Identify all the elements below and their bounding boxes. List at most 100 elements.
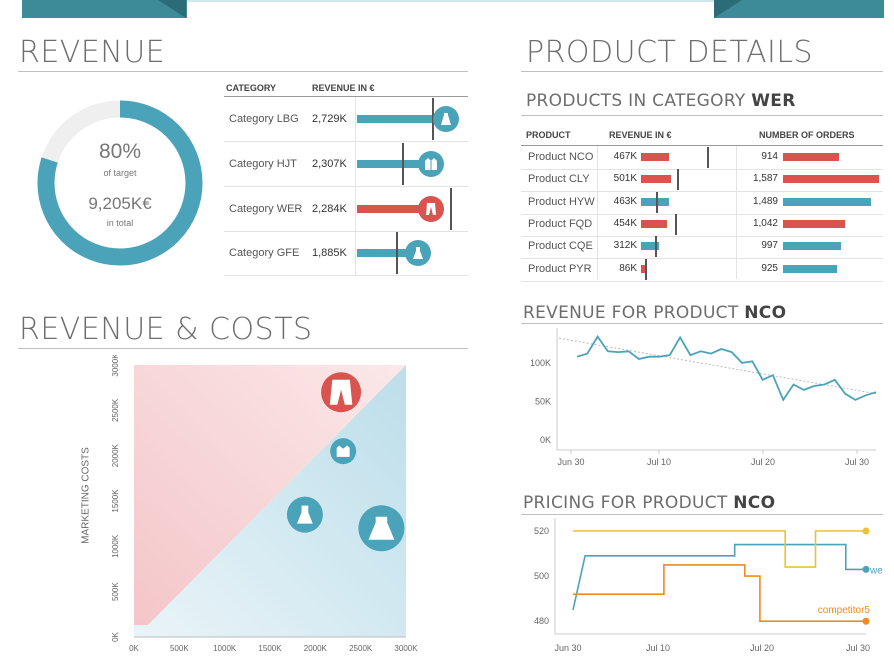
product-revenue: 463K	[613, 195, 637, 207]
col-header-category: CATEGORY	[226, 83, 277, 93]
skirt-icon	[358, 505, 405, 552]
y-tick-label: 0K	[540, 435, 551, 445]
revenue-costs-title: REVENUE & COSTS	[19, 312, 313, 347]
pricing-for-product-title: PRICING FOR PRODUCT NCO	[523, 493, 775, 513]
product-revenue: 467K	[613, 151, 637, 162]
x-tick-label: Jul 20	[751, 457, 775, 467]
trousers-icon	[321, 372, 362, 413]
product-name: Product CLY	[528, 173, 590, 186]
y-tick-label: 2000K	[111, 443, 120, 467]
x-tick-label: Jun 30	[554, 643, 581, 653]
category-revenue: 2,729K	[312, 113, 347, 125]
product-orders-bar	[783, 242, 841, 251]
product-orders: 1,489	[752, 195, 778, 207]
scatter-point	[321, 372, 362, 413]
gauge-total: 9,205K€	[88, 194, 152, 213]
product-revenue-bar	[641, 153, 669, 161]
y-tick-label: 0K	[111, 631, 120, 641]
header-bar-accent-right	[714, 0, 742, 18]
product-row-divider	[521, 280, 883, 282]
y-tick-label: 2500K	[111, 398, 120, 422]
x-tick-label: 1000K	[213, 644, 237, 653]
x-tick-label: 500K	[170, 644, 189, 653]
product-name: Product PYR	[528, 262, 592, 275]
revenue-series-line	[576, 334, 877, 402]
revenue-title: REVENUE	[19, 35, 166, 70]
price-end-dot	[862, 617, 870, 625]
col-header-revenue: REVENUE IN €	[312, 83, 375, 93]
product-revenue: 312K	[613, 240, 637, 252]
revenue-target-marker	[655, 236, 657, 258]
table-column-divider	[355, 97, 356, 275]
jacket-icon	[330, 438, 357, 465]
y-tick-label: 480	[534, 616, 549, 626]
dress-icon	[286, 496, 323, 533]
pricing-title-prefix: PRICING FOR PRODUCT	[523, 493, 728, 513]
product-orders-bar	[783, 197, 871, 206]
pricing-rule	[521, 514, 883, 515]
x-tick-label: 2500K	[349, 644, 373, 653]
product-orders-bar	[783, 264, 837, 273]
x-tick-label: 0K	[129, 644, 139, 653]
y-tick-label: 520	[534, 526, 549, 536]
revenue-costs-scatter: 0K 500K 1000K 1500K 2000K 2500K 3000K 0K 500K 100…	[111, 355, 418, 653]
product-details-title: PRODUCT DETAILS	[526, 35, 814, 70]
price-line-unnamed	[573, 530, 866, 568]
product-name: Product NCO	[528, 151, 594, 163]
target-marker	[450, 188, 452, 230]
pricing-title-product: NCO	[733, 493, 776, 513]
x-tick-label: Jul 30	[845, 457, 869, 467]
product-orders: 914	[761, 151, 778, 162]
row-divider	[224, 231, 468, 232]
product-row-divider	[521, 235, 883, 237]
x-tick-label: Jul 30	[846, 643, 870, 653]
col-header-product-revenue: REVENUE IN €	[609, 130, 672, 140]
products-subtitle-rule	[521, 115, 883, 116]
pricing-step-chart: 480 500 520 Jun 30 Jul 10 Jul 20 Jul 30 we compe…	[534, 518, 883, 653]
product-name: Product CQE	[528, 240, 593, 253]
product-orders-bar	[783, 153, 839, 161]
revenue-product-rule	[521, 323, 883, 324]
product-orders: 925	[761, 262, 778, 274]
revenue-target-marker	[656, 191, 658, 213]
products-title-prefix: PRODUCTS IN CATEGORY	[526, 91, 746, 111]
product-row-divider	[521, 191, 883, 193]
header-bar-accent-left	[158, 0, 186, 18]
product-orders-bar	[783, 175, 879, 184]
product-row-divider	[521, 169, 883, 170]
product-revenue: 501K	[613, 173, 637, 185]
revenue-target-marker	[645, 258, 647, 280]
dress-icon	[405, 240, 431, 266]
trend-line	[558, 337, 877, 395]
series-label-we: we	[869, 565, 883, 576]
table-header-rule	[224, 96, 468, 97]
y-tick-label: 1500K	[111, 489, 120, 513]
y-tick-label: 500K	[111, 582, 120, 601]
product-orders: 1,042	[752, 217, 778, 229]
product-row-divider	[521, 213, 883, 215]
skirt-icon	[433, 106, 459, 132]
revenue-costs-rule	[18, 348, 468, 349]
product-revenue: 86K	[619, 262, 637, 274]
revenue-title-rule	[18, 71, 468, 72]
products-in-category-title: PRODUCTS IN CATEGORY WER	[526, 91, 796, 111]
category-revenue: 2,284K	[312, 203, 347, 215]
product-revenue-bar	[641, 175, 671, 184]
x-tick-label: Jul 20	[750, 643, 774, 653]
y-tick-label: 1000K	[111, 534, 120, 558]
category-name: Category LBG	[229, 113, 299, 125]
y-tick-label: 500	[534, 571, 549, 581]
product-details-rule	[521, 71, 883, 72]
revenue-target-marker	[707, 147, 709, 168]
trousers-icon	[418, 196, 444, 222]
product-revenue: 454K	[613, 217, 637, 229]
product-orders: 1,587	[752, 173, 778, 185]
jacket-icon	[418, 151, 444, 177]
col-header-product: PRODUCT	[526, 130, 571, 140]
row-divider	[224, 186, 468, 187]
product-revenue-bar	[641, 219, 667, 228]
category-name: Category HJT	[229, 158, 297, 170]
x-tick-label: 1500K	[258, 644, 282, 653]
product-name: Product FQD	[528, 217, 593, 230]
revenue-target-marker	[675, 213, 677, 235]
